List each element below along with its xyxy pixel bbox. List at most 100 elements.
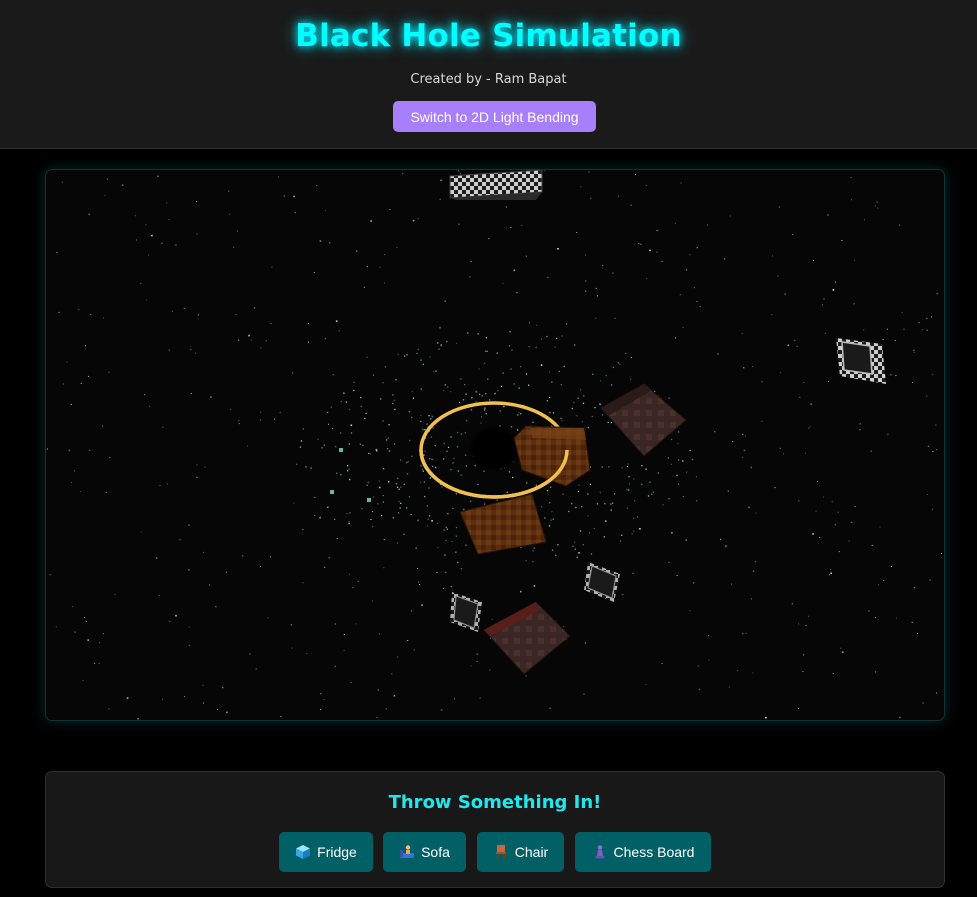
- particle: [619, 540, 622, 542]
- star: [158, 595, 160, 596]
- particle: [621, 467, 623, 469]
- fridge-button[interactable]: Fridge: [279, 832, 373, 872]
- particle: [578, 484, 580, 486]
- particle: [423, 454, 425, 456]
- particle: [437, 342, 439, 344]
- particle: [424, 450, 426, 452]
- star: [540, 364, 543, 366]
- particle: [397, 512, 400, 514]
- particle: [347, 470, 349, 472]
- particle: [417, 520, 419, 522]
- particle: [295, 463, 298, 465]
- particle: [406, 354, 408, 356]
- star: [625, 352, 627, 354]
- star: [614, 317, 616, 319]
- particle: [546, 490, 549, 492]
- star: [838, 551, 840, 553]
- star: [308, 341, 309, 343]
- star: [440, 344, 443, 346]
- particle: [582, 402, 585, 404]
- star: [639, 528, 641, 530]
- particle: [367, 498, 371, 502]
- star: [378, 486, 381, 489]
- particle: [518, 412, 520, 414]
- particle: [610, 421, 612, 424]
- star: [870, 450, 872, 452]
- particle: [305, 466, 307, 468]
- particle: [497, 389, 499, 392]
- star: [407, 640, 409, 641]
- star: [400, 459, 402, 461]
- star: [387, 480, 390, 483]
- star: [196, 233, 198, 235]
- star: [590, 197, 592, 199]
- star: [320, 693, 322, 695]
- star: [460, 568, 462, 570]
- star: [646, 185, 647, 187]
- star: [752, 570, 754, 572]
- star: [903, 328, 905, 330]
- star: [829, 569, 831, 570]
- star: [470, 261, 472, 263]
- particle: [610, 509, 612, 511]
- particle: [483, 362, 486, 364]
- particle: [551, 381, 553, 383]
- particle: [310, 467, 312, 469]
- star: [230, 408, 232, 410]
- particle: [452, 507, 454, 510]
- particle: [437, 547, 439, 549]
- star: [823, 496, 825, 498]
- star: [558, 370, 560, 372]
- particle: [343, 392, 345, 394]
- star: [162, 698, 163, 700]
- particle: [589, 483, 592, 485]
- switch-mode-button[interactable]: Switch to 2D Light Bending: [393, 101, 596, 132]
- chair-button[interactable]: Chair: [477, 832, 564, 872]
- star: [743, 449, 746, 452]
- particle: [382, 468, 385, 470]
- star: [748, 506, 750, 509]
- star: [317, 438, 319, 440]
- star: [476, 653, 478, 655]
- particle: [510, 368, 512, 370]
- ice-cube-icon: [295, 844, 311, 860]
- star: [714, 431, 716, 433]
- star: [338, 330, 340, 332]
- particle: [549, 411, 551, 414]
- particle: [330, 490, 334, 494]
- star: [387, 437, 389, 439]
- star: [104, 195, 106, 197]
- star: [848, 540, 850, 542]
- particle: [551, 511, 553, 513]
- star: [931, 316, 933, 318]
- particle: [596, 503, 599, 505]
- star: [890, 374, 892, 376]
- particle: [443, 458, 445, 460]
- sofa-button[interactable]: Sofa: [383, 832, 466, 872]
- star: [752, 672, 754, 674]
- star: [750, 466, 752, 469]
- particle: [372, 374, 375, 376]
- star: [932, 374, 934, 376]
- star: [661, 663, 663, 664]
- star: [808, 427, 810, 429]
- sofa-object: [483, 601, 571, 675]
- particle: [393, 443, 396, 445]
- star: [877, 207, 879, 209]
- particle: [575, 506, 577, 509]
- particle: [535, 484, 537, 486]
- chess-board-button[interactable]: Chess Board: [575, 832, 711, 872]
- star: [443, 390, 445, 392]
- particle: [433, 371, 435, 373]
- star: [291, 647, 293, 649]
- star: [727, 490, 729, 492]
- star: [841, 240, 843, 241]
- star: [82, 680, 84, 682]
- star: [391, 673, 393, 675]
- simulation-canvas[interactable]: [45, 169, 945, 721]
- star: [728, 686, 730, 688]
- star: [336, 538, 338, 539]
- particle: [375, 448, 377, 450]
- star: [332, 374, 334, 376]
- particle: [348, 408, 351, 411]
